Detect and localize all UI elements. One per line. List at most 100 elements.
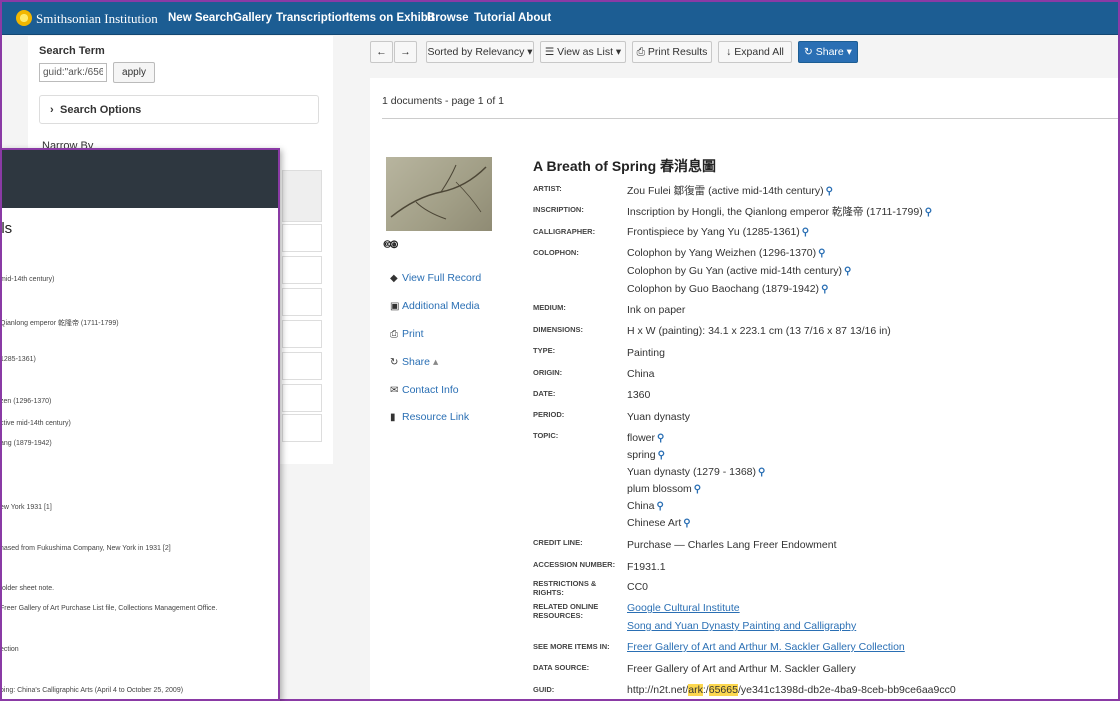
search-icon[interactable]: ⚲ <box>658 450 665 461</box>
field-key: RELATED ONLINE RESOURCES: <box>533 602 599 620</box>
contact-info-link[interactable]: ✉ Contact Info <box>390 384 459 396</box>
nav-gallery[interactable]: Gallery <box>233 12 272 24</box>
forward-button[interactable]: → <box>394 41 417 63</box>
search-icon[interactable]: ⚲ <box>758 467 765 478</box>
search-icon[interactable]: ⚲ <box>826 186 833 197</box>
sort-dropdown[interactable]: Sorted by Relevancy ▾ <box>426 41 534 63</box>
field-key: ARTIST: <box>533 184 562 193</box>
topic-text: China <box>627 500 655 512</box>
topic-plum-blossom: plum blossom ⚲ <box>627 483 701 495</box>
field-key: GUID: <box>533 685 555 694</box>
top-nav: Smithsonian Institution New Search Galle… <box>2 2 1118 35</box>
search-icon[interactable]: ⚲ <box>656 501 663 512</box>
overlay-line: ang (1879-1942) <box>0 440 52 447</box>
facet-row[interactable] <box>282 288 322 316</box>
record-title[interactable]: A Breath of Spring 春消息圖 <box>533 156 716 176</box>
tag-icon: ◆ <box>390 273 398 284</box>
facet-row[interactable] <box>282 320 322 348</box>
view-dropdown[interactable]: ☰ View as List ▾ <box>540 41 626 63</box>
facet-panel <box>282 170 322 222</box>
search-icon[interactable]: ⚲ <box>818 248 825 259</box>
additional-media-link[interactable]: ▣ Additional Media <box>390 300 480 312</box>
facet-row[interactable] <box>282 224 322 252</box>
expand-all-button[interactable]: ↓ Expand All <box>718 41 792 63</box>
field-value-credit: Purchase — Charles Lang Freer Endowment <box>627 539 837 551</box>
contact-info-label: Contact Info <box>402 384 459 396</box>
field-key: TOPIC: <box>533 431 559 440</box>
guid-part: /ye341c1398d-db2e-4ba9-8ceb-bb9ce6aa9cc0 <box>737 684 956 696</box>
field-key: SEE MORE ITEMS IN: <box>533 642 610 651</box>
nav-tutorial[interactable]: Tutorial <box>474 12 515 24</box>
overlay-line: mid-14th century) <box>0 276 55 283</box>
search-icon[interactable]: ⚲ <box>657 433 664 444</box>
share-dropdown[interactable]: ↻ Share ▾ <box>798 41 858 63</box>
field-value-period: Yuan dynasty <box>627 411 691 423</box>
field-value-date: 1360 <box>627 389 651 401</box>
topic-text: Yuan dynasty (1279 - 1368) <box>627 466 757 478</box>
nav-new-search[interactable]: New Search <box>168 12 233 24</box>
share-label: Share ▾ <box>815 46 852 58</box>
see-more-link[interactable]: Freer Gallery of Art and Arthur M. Sackl… <box>627 641 905 653</box>
nav-transcription[interactable]: Transcription <box>276 12 349 24</box>
back-button[interactable]: ← <box>370 41 393 63</box>
related-link-2[interactable]: Song and Yuan Dynasty Painting and Calli… <box>627 620 856 632</box>
resource-link[interactable]: ▮ Resource Link <box>390 411 469 423</box>
facet-row[interactable] <box>282 384 322 412</box>
field-value-artist: Zou Fulei 鄒復雷 (active mid-14th century) ⚲ <box>627 183 833 198</box>
arrow-right-icon: → <box>400 46 411 58</box>
search-icon[interactable]: ⚲ <box>844 266 851 277</box>
nav-items-on-exhibit[interactable]: Items on Exhibit <box>346 12 435 24</box>
search-icon[interactable]: ⚲ <box>683 518 690 529</box>
related-link-text[interactable]: Google Cultural Institute <box>627 602 740 614</box>
overlay-line: bing: China's Calligraphic Arts (April 4… <box>0 687 184 694</box>
results-panel: 1 documents - page 1 of 1 🅭🄍 ◆ View Full … <box>370 78 1118 699</box>
topic-china: China ⚲ <box>627 500 664 512</box>
see-more-text[interactable]: Freer Gallery of Art and Arthur M. Sackl… <box>627 641 905 653</box>
field-key: CREDIT LINE: <box>533 538 583 547</box>
facet-row[interactable] <box>282 414 322 442</box>
artwork-thumbnail[interactable] <box>386 157 492 231</box>
list-icon: ☰ <box>544 46 558 58</box>
topic-text: plum blossom <box>627 483 692 495</box>
overlay-line: ew York 1931 [1] <box>0 504 52 511</box>
overlay-line: Freer Gallery of Art Purchase List file,… <box>0 605 218 612</box>
nav-about[interactable]: About <box>518 12 551 24</box>
related-link-text[interactable]: Song and Yuan Dynasty Painting and Calli… <box>627 620 856 632</box>
chevron-right-icon: › <box>50 104 54 116</box>
envelope-icon: ✉ <box>390 385 399 396</box>
facet-row[interactable] <box>282 352 322 380</box>
search-icon[interactable]: ⚲ <box>802 227 809 238</box>
printer-icon: ⎙ <box>390 329 398 340</box>
search-input[interactable] <box>39 63 107 82</box>
guid-part: :/ <box>702 684 709 696</box>
print-link[interactable]: ⎙ Print <box>390 328 424 340</box>
view-full-record-link[interactable]: ◆ View Full Record <box>390 272 481 284</box>
brand-link[interactable]: Smithsonian Institution <box>36 11 158 27</box>
share-action-label: Share <box>402 356 431 368</box>
share-link[interactable]: ↻ Share ▴ <box>390 356 438 368</box>
divider <box>382 118 1118 119</box>
artist-text: Zou Fulei 鄒復雷 (active mid-14th century) <box>627 185 824 197</box>
field-value-inscription: Inscription by Hongli, the Qianlong empe… <box>627 204 932 219</box>
related-link-1[interactable]: Google Cultural Institute <box>627 602 740 614</box>
field-value-colophon-3: Colophon by Guo Baochang (1879-1942) ⚲ <box>627 283 828 295</box>
topic-yuan-dynasty: Yuan dynasty (1279 - 1368) ⚲ <box>627 466 765 478</box>
overlay-title: ils <box>1 220 13 237</box>
share-icon: ↻ <box>390 357 399 368</box>
print-results-button[interactable]: ⎙ Print Results <box>632 41 712 63</box>
field-value-guid: http://n2t.net/ark:/65665/ye341c1398d-db… <box>627 684 956 696</box>
nav-browse[interactable]: Browse <box>427 12 469 24</box>
search-icon[interactable]: ⚲ <box>694 484 701 495</box>
field-key: DATA SOURCE: <box>533 663 590 672</box>
search-icon[interactable]: ⚲ <box>821 284 828 295</box>
resource-link-label: Resource Link <box>402 411 470 423</box>
search-options-toggle[interactable]: › Search Options <box>39 95 319 124</box>
inscription-text: Inscription by Hongli, the Qianlong empe… <box>627 206 923 218</box>
apply-button[interactable]: apply <box>113 62 155 83</box>
field-value-type: Painting <box>627 347 665 359</box>
overlay-line: ection <box>0 646 19 653</box>
field-key: ORIGIN: <box>533 368 563 377</box>
search-icon[interactable]: ⚲ <box>925 207 932 218</box>
field-key: MEDIUM: <box>533 303 566 312</box>
facet-row[interactable] <box>282 256 322 284</box>
